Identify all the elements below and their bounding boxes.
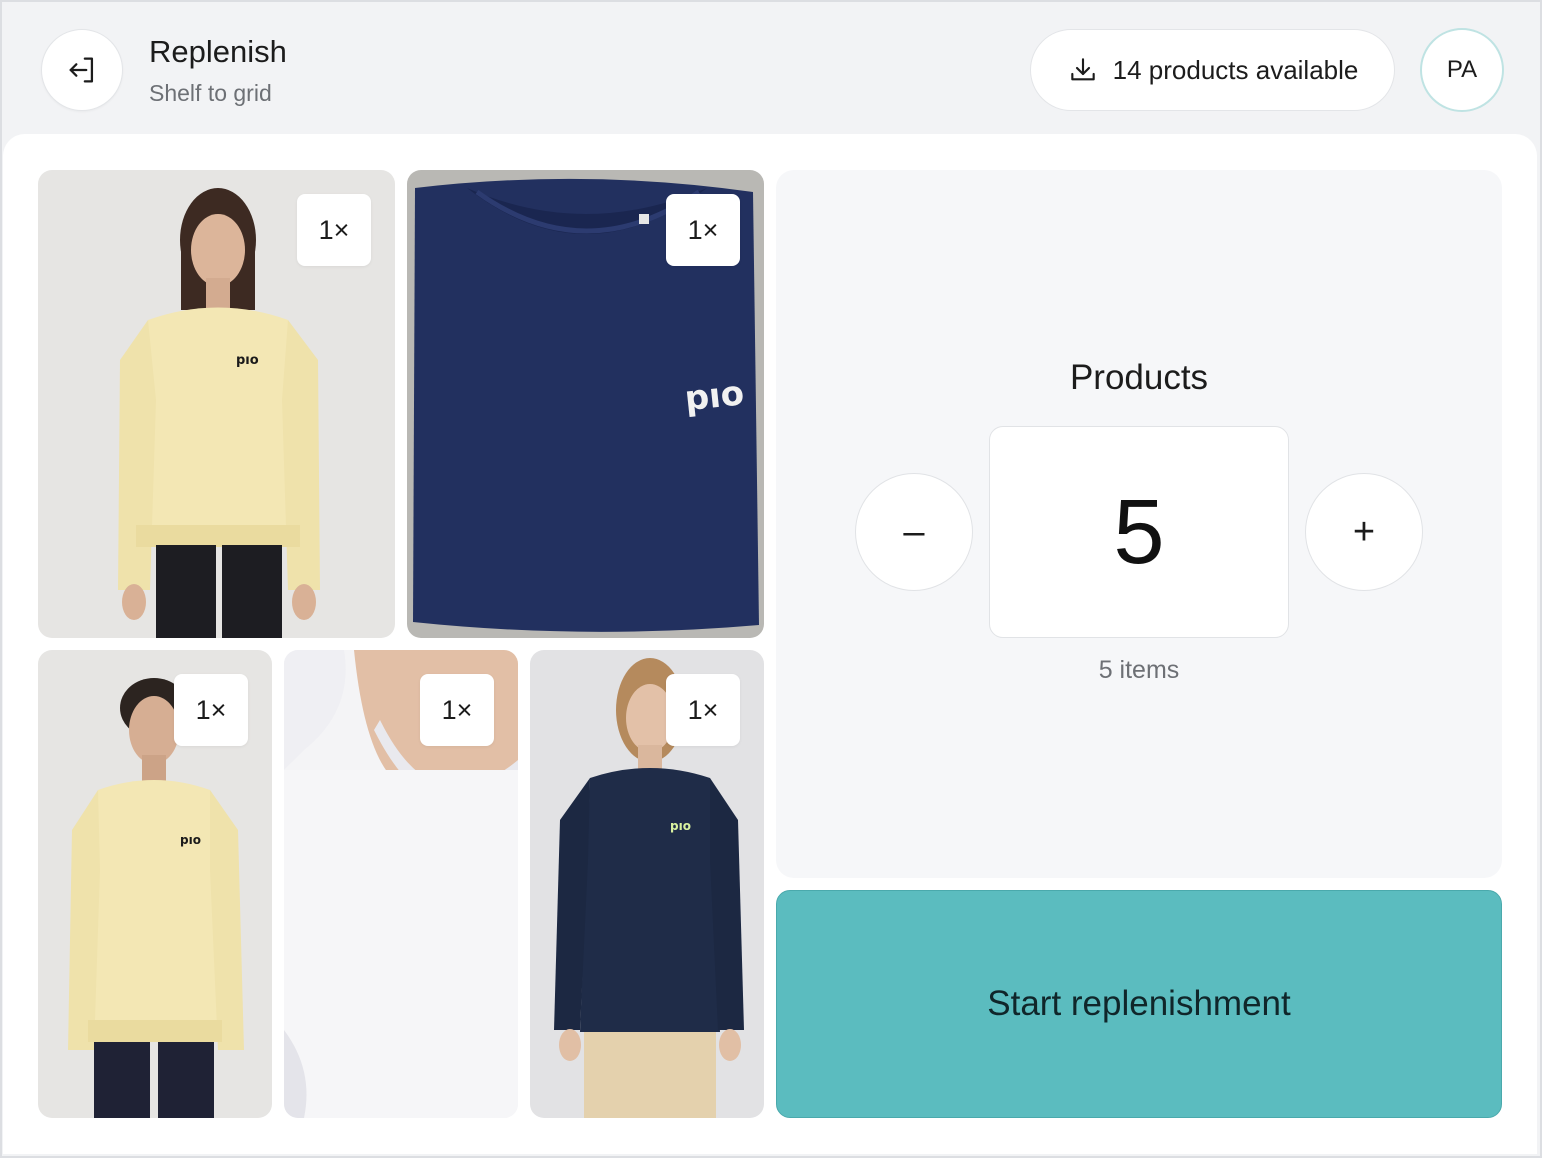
decrement-button[interactable]: –	[855, 473, 973, 591]
plus-icon: +	[1352, 510, 1376, 553]
exit-button[interactable]	[41, 29, 123, 111]
quantity-badge: 1×	[297, 194, 371, 266]
exit-icon	[69, 57, 94, 83]
product-tile[interactable]: pıo 1×	[38, 170, 395, 638]
products-available-button[interactable]: 14 products available	[1030, 29, 1395, 111]
products-available-label: 14 products available	[1112, 54, 1359, 85]
product-tile[interactable]: pıo 1×	[407, 170, 764, 638]
brand-logo: pıo	[670, 819, 691, 833]
product-counter-panel: Products – 5 + 5 items	[776, 170, 1502, 878]
product-tile[interactable]: pıo 1×	[530, 650, 764, 1118]
page-subtitle: Shelf to grid	[149, 80, 272, 106]
product-tile[interactable]: 1×	[284, 650, 518, 1118]
brand-logo: pıo	[683, 373, 746, 419]
product-tile[interactable]: pıo 1×	[38, 650, 272, 1118]
quantity-badge: 1×	[666, 194, 740, 266]
quantity-badge: 1×	[174, 674, 248, 746]
page-title: Replenish	[149, 34, 287, 69]
brand-logo: pıo	[180, 833, 201, 847]
user-avatar[interactable]: PA	[1420, 28, 1504, 112]
start-replenishment-button[interactable]: Start replenishment	[776, 890, 1502, 1118]
quantity-badge: 1×	[420, 674, 494, 746]
minus-icon: –	[903, 510, 925, 553]
items-count-text: 5 items	[1098, 656, 1180, 684]
brand-logo: pıo	[236, 353, 259, 368]
increment-button[interactable]: +	[1305, 473, 1423, 591]
download-icon	[1070, 58, 1095, 81]
quantity-badge: 1×	[666, 674, 740, 746]
product-count-display: 5	[989, 426, 1289, 638]
products-label: Products	[1069, 358, 1209, 397]
